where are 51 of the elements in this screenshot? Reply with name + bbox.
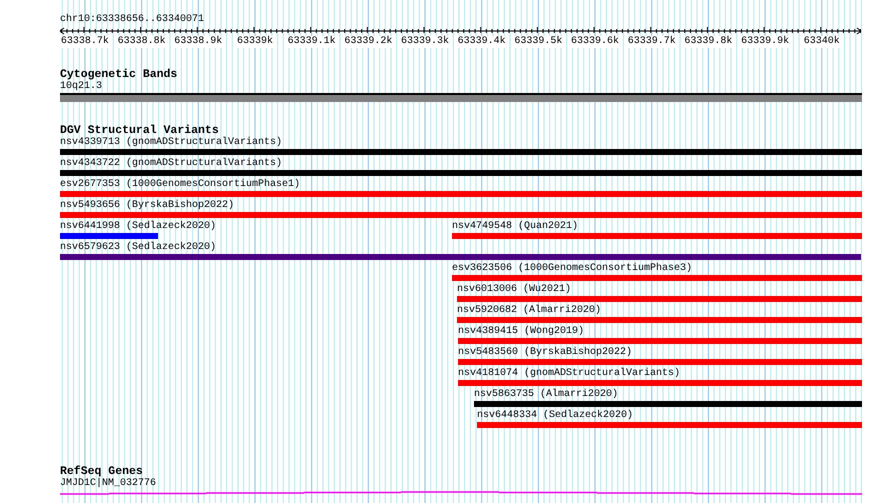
variant-label: nsv4389415 (Wong2019): [458, 326, 584, 338]
variant-label: nsv6441998 (Sedlazeck2020): [60, 221, 216, 233]
ruler-tick-label: 63338.8k: [118, 36, 166, 48]
variant-label: nsv4343722 (gnomADStructuralVariants): [60, 158, 282, 170]
variant-label: nsv5493656 (ByrskaBishop2022): [60, 200, 234, 212]
variant-bar[interactable]: [474, 401, 862, 407]
ruler-tick-label: 63339k: [236, 36, 273, 48]
ruler-tick-label: 63339.1k: [288, 36, 336, 48]
track-title: DGV Structural Variants: [60, 124, 219, 137]
variant-label: nsv6579623 (Sedlazeck2020): [60, 242, 216, 254]
variant-bar[interactable]: [458, 380, 862, 386]
variant-label: nsv5920682 (Almarri2020): [457, 305, 602, 317]
variant-bar[interactable]: [452, 233, 862, 239]
variant-label: nsv5483560 (ByrskaBishop2022): [458, 347, 632, 359]
variant-bar[interactable]: [60, 149, 862, 155]
ruler-tick-label: 63339.7k: [628, 36, 676, 48]
ruler-tick-label: 63339.5k: [514, 36, 562, 48]
ruler-tick-label: 63339.3k: [401, 36, 449, 48]
variant-label: nsv6448334 (Sedlazeck2020): [477, 410, 634, 422]
variant-label: nsv6013006 (Wu2021): [457, 284, 572, 296]
variant-bar[interactable]: [60, 212, 862, 218]
variant-bar[interactable]: [60, 233, 158, 239]
variant-bar[interactable]: [60, 170, 862, 176]
variant-label: nsv5863735 (Almarri2020): [474, 389, 618, 401]
track-title: RefSeq Genes: [60, 465, 143, 478]
ruler-tick-label: 63338.7k: [60, 36, 109, 48]
ruler-tick-label: 63339.2k: [344, 36, 392, 48]
variant-bar[interactable]: [477, 422, 862, 428]
ruler-tick-label: 63339.6k: [571, 36, 620, 48]
variant-bar[interactable]: [457, 296, 862, 302]
variant-bar[interactable]: [457, 317, 862, 323]
variant-bar[interactable]: [60, 191, 862, 197]
variant-label: nsv4181074 (gnomADStructuralVariants): [458, 368, 680, 380]
ruler-tick-label: 63339.4k: [458, 36, 506, 48]
variant-label: esv3623506 (1000GenomesConsortiumPhase3): [452, 263, 692, 275]
location-text: chr10:63338656..63340071: [60, 14, 206, 26]
variant-bar[interactable]: [452, 275, 862, 281]
variant-bar[interactable]: [458, 359, 862, 365]
track-title: Cytogenetic Bands: [60, 68, 178, 81]
gene-model-drawing[interactable]: [60, 490, 862, 496]
variant-label: nsv4749548 (Quan2021): [452, 221, 578, 233]
ruler-tick-label: 63338.9k: [174, 36, 222, 48]
gene-label: JMJD1C|NM_032776: [60, 478, 156, 490]
ruler-tick-label: 63339.9k: [741, 36, 790, 48]
ruler-tick-label: 63340k: [804, 36, 840, 48]
variant-bar[interactable]: [60, 254, 861, 260]
variant-label: nsv4339713 (gnomADStructuralVariants): [60, 137, 282, 149]
ruler-tick-label: 63339.8k: [684, 36, 732, 48]
variant-label: esv2677353 (1000GenomesConsortiumPhase1): [60, 179, 300, 191]
variant-bar[interactable]: [458, 338, 862, 344]
band-label: 10q21.3: [60, 81, 102, 93]
